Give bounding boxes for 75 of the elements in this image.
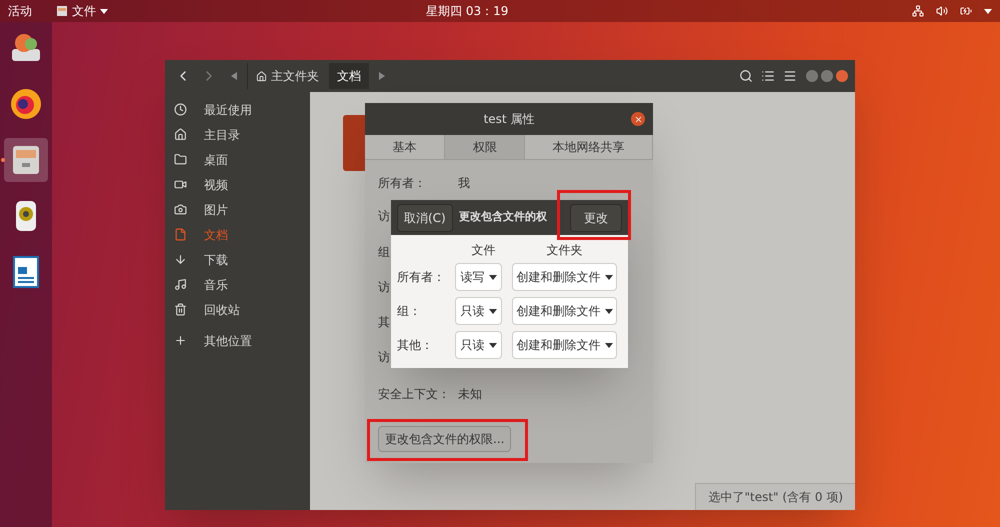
column-header: 文件 [470,242,496,257]
sidebar-item[interactable]: 最近使用 [165,97,310,122]
folder-dropdown[interactable]: 创建和删除文件 [512,297,617,325]
confirm-button[interactable]: 更改 [570,204,622,232]
sidebar-item[interactable]: 回收站 [165,297,310,322]
tab[interactable]: 基本 [365,135,446,159]
caret-icon [488,342,496,348]
folder-dropdown[interactable]: 创建和删除文件 [512,263,617,291]
network-icon[interactable] [912,5,924,17]
caret-icon [604,274,612,280]
caret-icon [488,274,496,280]
tab[interactable]: 权限 [445,135,526,159]
left-caret-icon[interactable] [231,72,237,80]
tab[interactable]: 本地网络共享 [525,135,654,159]
sidebar-item[interactable]: 主目录 [165,122,310,147]
activities-button[interactable]: 活动 [8,2,32,20]
volume-icon[interactable] [936,5,948,17]
right-caret-icon[interactable] [379,72,385,80]
trash-icon [174,303,186,316]
field-label: 所有者： [378,175,426,192]
file-dropdown[interactable]: 只读 [455,297,502,325]
folder-icon [343,115,367,171]
folder-dropdown[interactable]: 创建和删除文件 [512,331,617,359]
folder-icon [174,153,186,166]
caret-icon [488,308,496,314]
sidebar-item[interactable]: 图片 [165,197,310,222]
down-arrow-icon [174,253,186,266]
plus-icon [174,334,186,347]
caret-icon [604,308,612,314]
change-permissions-button[interactable]: 更改包含文件的权限... [378,426,512,452]
sidebar-item[interactable]: 桌面 [165,147,310,172]
sidebar-item[interactable]: 音乐 [165,272,310,297]
dialog-title: test 属性 [484,111,534,128]
row-label: 组： [397,303,422,320]
view-list-icon[interactable] [761,69,775,83]
status-bar: 选中了"test" (含有 0 项) [695,483,855,510]
field-value: 未知 [458,386,482,403]
row-label: 所有者： [397,269,446,286]
breadcrumb[interactable]: 文档 [329,63,369,89]
sidebar-item[interactable]: 视频 [165,172,310,197]
browser-icon [9,87,43,121]
cancel-button[interactable]: 取消(C) [397,204,453,232]
clock[interactable]: 星期四 03：19 [426,2,508,20]
field-label: 访 [378,208,390,225]
file-dropdown[interactable]: 读写 [455,263,502,291]
search-icon[interactable] [739,69,753,83]
close-icon [634,114,642,124]
home-icon [256,70,267,82]
caret-icon[interactable] [984,8,992,14]
close-button[interactable] [631,112,645,126]
video-icon [174,178,186,191]
file-cabinet-icon [56,5,68,17]
column-header: 文件夹 [546,242,584,257]
battery-icon[interactable] [960,5,972,17]
sidebar-item[interactable]: 其他位置 [165,328,310,353]
app-menu[interactable]: 文件 [56,2,108,20]
field-label: 组 [378,244,390,261]
camera-icon [174,203,186,216]
menu-icon[interactable] [783,69,797,83]
field-label: 其 [378,314,390,331]
window-controls-icon[interactable] [805,69,849,83]
document-icon [174,228,186,241]
field-label: 访 [378,279,390,296]
home-icon [174,128,186,141]
caret-icon [604,342,612,348]
field-value: 我 [458,175,470,192]
music-note-icon [174,278,186,291]
dialog-title: 更改包含文件的权 [458,209,547,226]
clock-icon [174,103,186,116]
row-label: 其他： [397,337,434,354]
file-dropdown[interactable]: 只读 [455,331,502,359]
field-label: 安全上下文： [378,386,450,403]
field-label: 访 [378,349,390,366]
caret-icon [100,8,108,14]
sidebar-item[interactable]: 下载 [165,247,310,272]
